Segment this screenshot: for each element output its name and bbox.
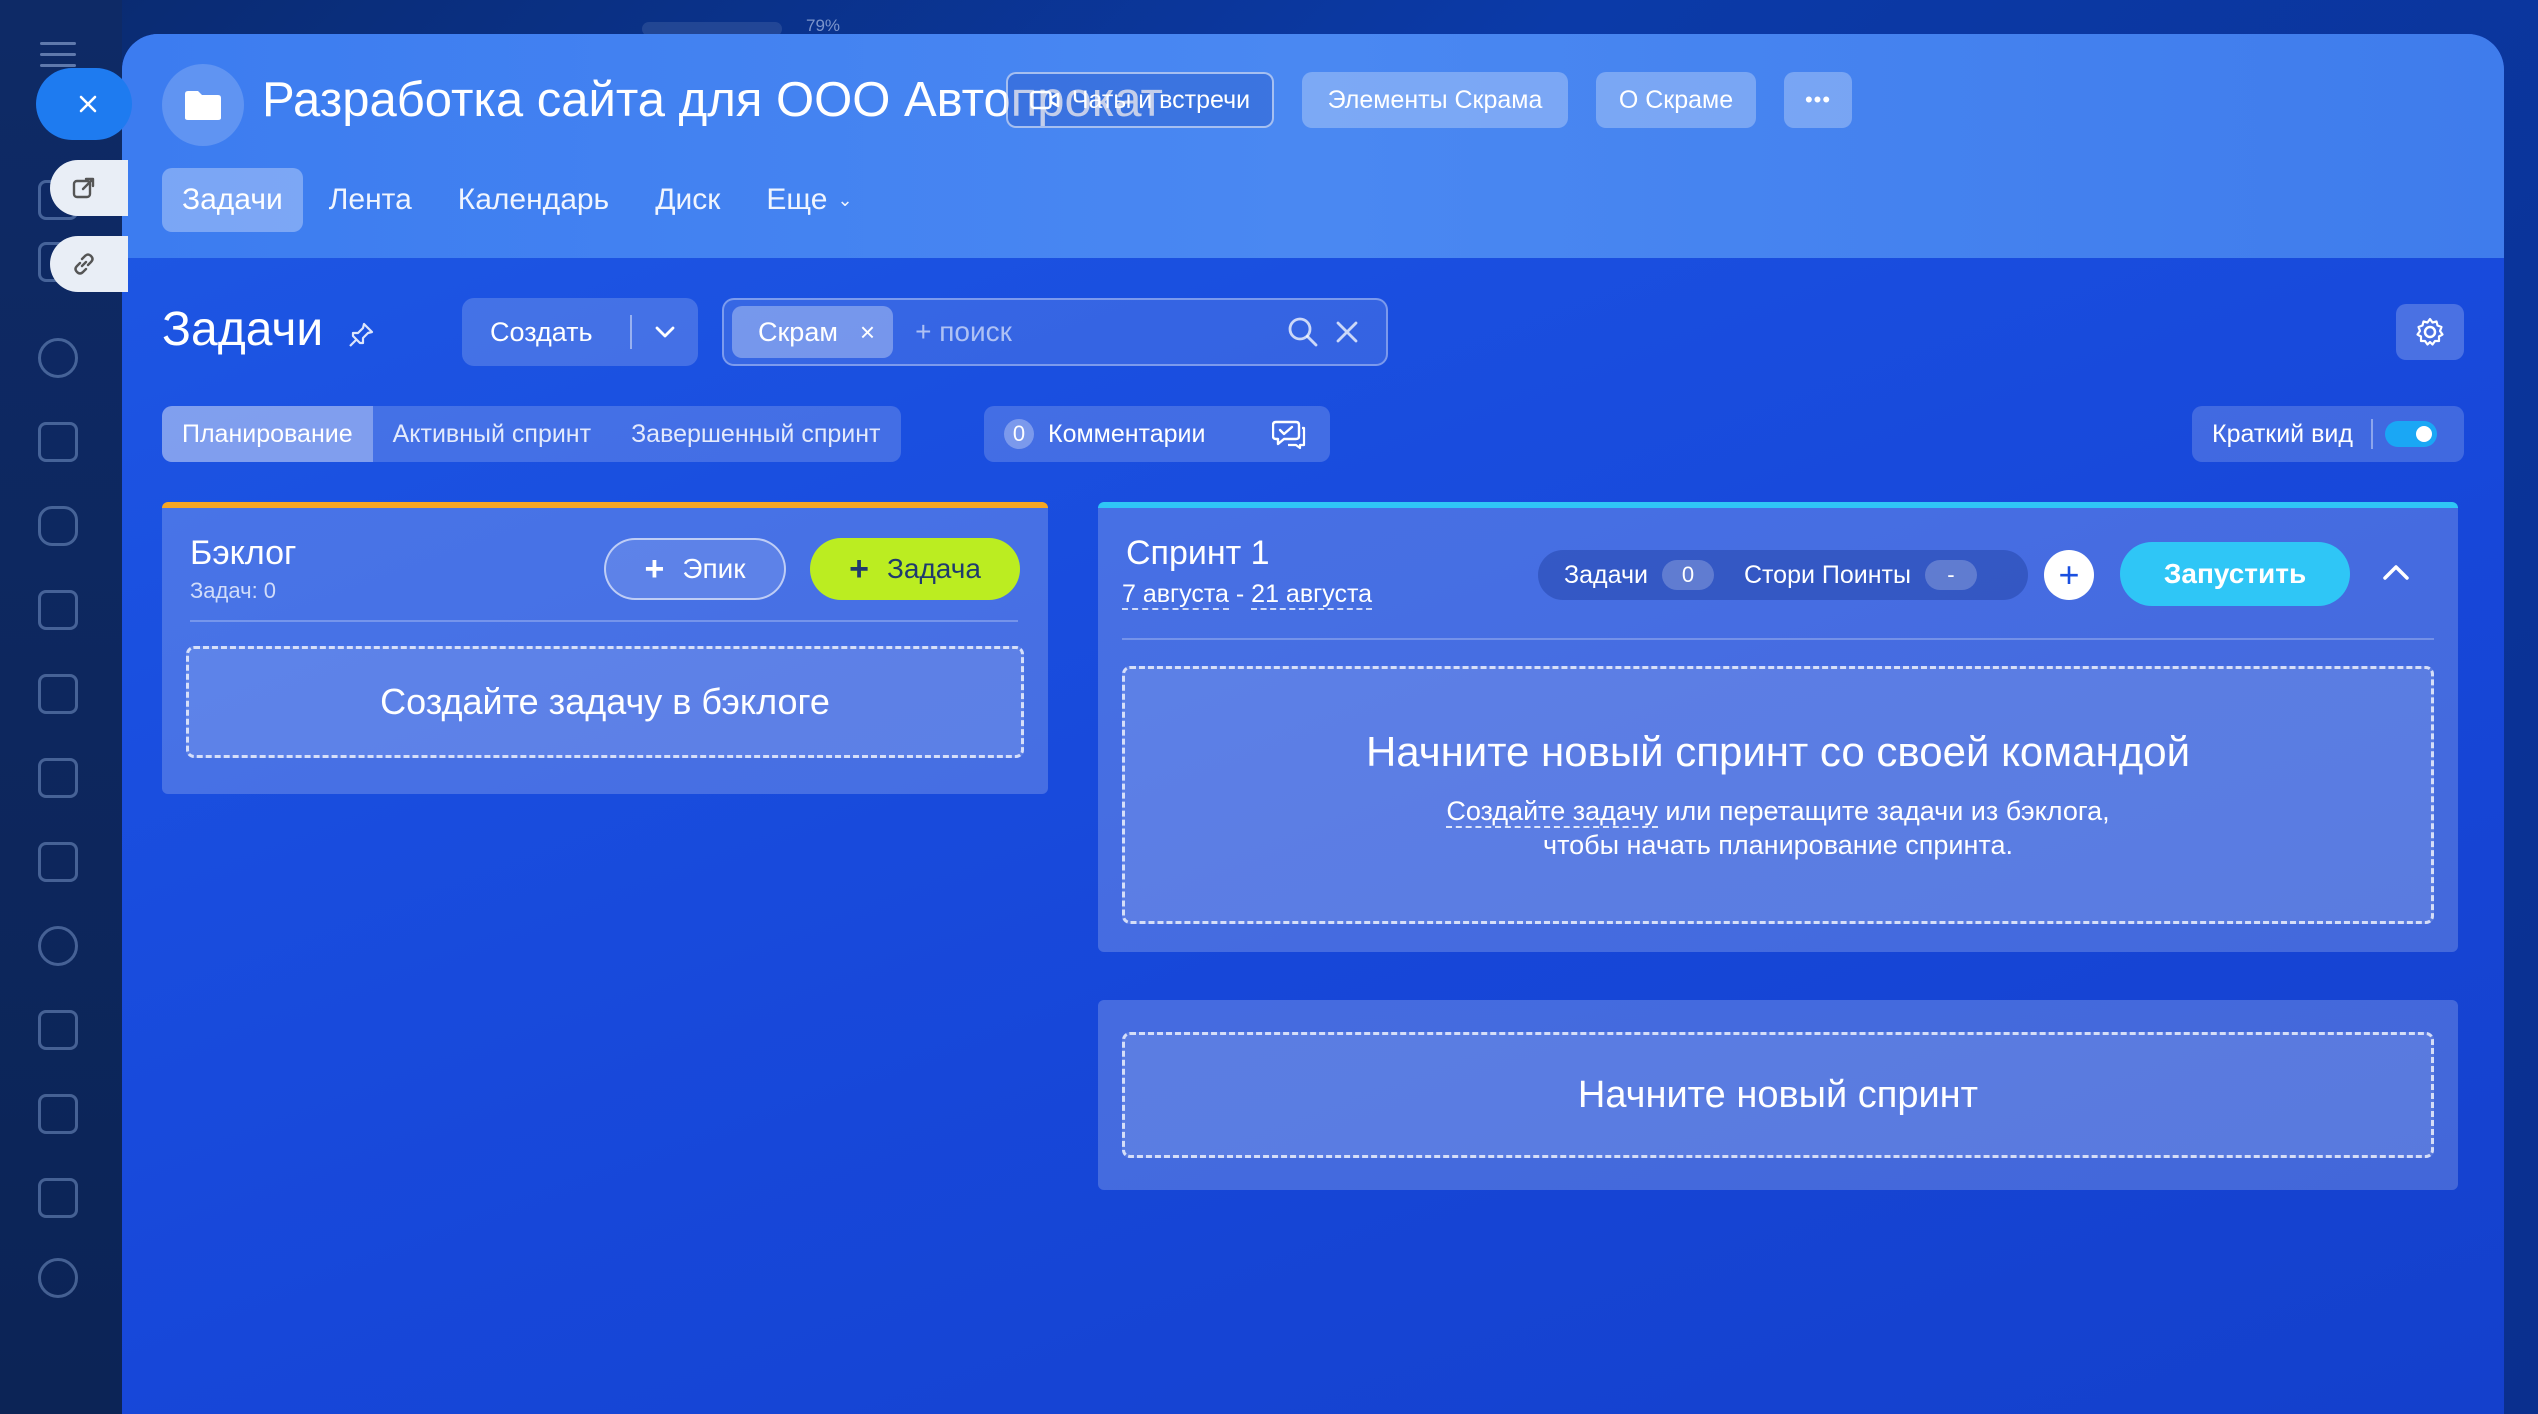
sprint-title[interactable]: Спринт 1 [1126, 534, 1270, 573]
sign-icon [38, 1010, 78, 1050]
panel-header: Разработка сайта для ООО Автопрокат Чаты… [122, 34, 2504, 258]
project-tabs: Задачи Лента Календарь Диск Еще ⌄ [162, 168, 879, 232]
open-in-new-window-button[interactable] [50, 160, 128, 216]
filter-chip-label: Скрам [758, 316, 838, 347]
new-sprint-button[interactable]: Начните новый спринт [1122, 1032, 2434, 1158]
collapse-chevron-icon[interactable] [2376, 552, 2416, 592]
sprint-empty-hint: Создайте задачу или перетащите задачи из… [1446, 794, 2110, 862]
search-icon[interactable] [1286, 315, 1320, 349]
compact-separator [2370, 419, 2373, 449]
add-task-button[interactable]: + Задача [810, 538, 1020, 600]
tab-feed[interactable]: Лента [309, 168, 432, 232]
external-link-icon [72, 177, 95, 199]
comments-count: 0 [1004, 419, 1034, 449]
chevron-down-icon: ⌄ [837, 189, 853, 210]
create-button[interactable]: Создать [462, 298, 698, 366]
comments-button[interactable]: 0 Комментарии [984, 406, 1330, 462]
sprint-dates: 7 августа - 21 августа [1122, 580, 1373, 610]
about-scrum-button[interactable]: О Скраме [1596, 72, 1756, 128]
sprint-card: Спринт 1 7 августа - 21 августа Задачи 0… [1098, 502, 2458, 952]
backlog-card: Бэклог Задач: 0 + Эпик + Задача Создайте… [162, 502, 1048, 794]
add-sprint-task-button[interactable]: + [2044, 550, 2094, 600]
tab-more-label: Еще [766, 183, 828, 216]
add-epic-button[interactable]: + Эпик [604, 538, 786, 600]
chats-meetings-button[interactable]: Чаты и встречи [1006, 72, 1274, 128]
compact-view-toggle[interactable] [2384, 421, 2437, 447]
view-switcher: Планирование Активный спринт Завершенный… [162, 406, 901, 462]
close-panel-button[interactable] [36, 68, 132, 140]
sprint-stats: Задачи 0 Стори Поинты - [1538, 550, 2028, 600]
section-title: Задачи [162, 303, 324, 356]
tab-calendar[interactable]: Календарь [438, 168, 629, 232]
chip-remove-icon[interactable]: × [860, 317, 875, 348]
story-points-value: - [1924, 560, 1977, 590]
feed-icon [38, 422, 78, 462]
chats-meetings-label: Чаты и встречи [1071, 85, 1251, 114]
create-task-link[interactable]: Создайте задачу [1446, 796, 1658, 828]
search-filter-box[interactable]: Скрам × + поиск [722, 298, 1388, 366]
tag-icon [38, 1178, 78, 1218]
menu-icon [40, 42, 76, 68]
add-task-label: Задача [886, 553, 981, 584]
sprint-empty-title: Начните новый спринт со своей командой [1365, 728, 2191, 775]
groups-icon [38, 338, 78, 378]
tab-planning[interactable]: Планирование [162, 406, 373, 462]
add-epic-label: Эпик [682, 553, 746, 584]
project-slider-panel: Разработка сайта для ООО Автопрокат Чаты… [122, 34, 2504, 1414]
plus-icon: + [849, 550, 869, 588]
sprint-divider [1122, 638, 2434, 640]
chevron-down-icon[interactable] [632, 325, 698, 339]
sprint-date-separator: - [1228, 580, 1252, 608]
clear-icon[interactable] [1330, 315, 1364, 349]
scrum-elements-button[interactable]: Элементы Скрама [1302, 72, 1568, 128]
copy-link-button[interactable] [50, 236, 128, 292]
mail-icon [38, 842, 78, 882]
story-points-label: Стори Поинты [1743, 560, 1911, 589]
tab-tasks[interactable]: Задачи [162, 168, 303, 232]
more-menu-button[interactable]: ••• [1784, 72, 1852, 128]
new-sprint-card: Начните новый спринт [1098, 1000, 2458, 1190]
tab-completed-sprint[interactable]: Завершенный спринт [611, 406, 900, 462]
close-icon [79, 95, 97, 113]
settings-button[interactable] [2396, 304, 2464, 360]
sprint-dropzone: Начните новый спринт со своей командой С… [1122, 666, 2434, 924]
chat-icon [38, 506, 78, 546]
compact-view-label: Краткий вид [2212, 419, 2353, 448]
settings-icon [38, 1258, 78, 1298]
sprint-tasks-count: 0 [1661, 560, 1714, 590]
folder-icon [162, 64, 244, 146]
tab-disk[interactable]: Диск [635, 168, 740, 232]
sprint-empty-text-1: или перетащите задачи из бэклога, [1657, 796, 2110, 826]
start-sprint-button[interactable]: Запустить [2120, 542, 2350, 606]
comments-label: Комментарии [1048, 419, 1206, 448]
link-icon [74, 253, 94, 275]
tab-active-sprint[interactable]: Активный спринт [373, 406, 611, 462]
backlog-title: Бэклог [190, 534, 297, 572]
search-input[interactable]: + поиск [915, 316, 1276, 348]
drive-icon [38, 758, 78, 798]
contacts-icon [38, 926, 78, 966]
calendar-icon [38, 590, 78, 630]
plus-icon: + [644, 550, 665, 588]
sprint-tasks-label: Задачи [1564, 560, 1648, 589]
pin-icon[interactable] [346, 320, 376, 350]
document-icon [38, 674, 78, 714]
compact-view-control[interactable]: Краткий вид [2192, 406, 2464, 462]
sprint-empty-text-2: чтобы начать планирование спринта. [1543, 830, 2013, 860]
backlog-divider [190, 620, 1018, 622]
backlog-create-task-dropzone[interactable]: Создайте задачу в бэклоге [186, 646, 1024, 758]
create-button-label: Создать [490, 316, 593, 347]
backlog-task-count: Задач: 0 [190, 578, 277, 603]
comments-icon [1272, 420, 1306, 450]
sprint-date-end[interactable]: 21 августа [1251, 580, 1373, 610]
filter-icon [38, 1094, 78, 1134]
tab-more[interactable]: Еще ⌄ [746, 168, 872, 232]
filter-chip: Скрам × [732, 306, 894, 358]
gear-icon [2416, 317, 2444, 346]
video-camera-icon [1030, 90, 1060, 110]
zoom-indicator: 79% [806, 16, 841, 35]
sprint-date-start[interactable]: 7 августа [1122, 580, 1229, 610]
